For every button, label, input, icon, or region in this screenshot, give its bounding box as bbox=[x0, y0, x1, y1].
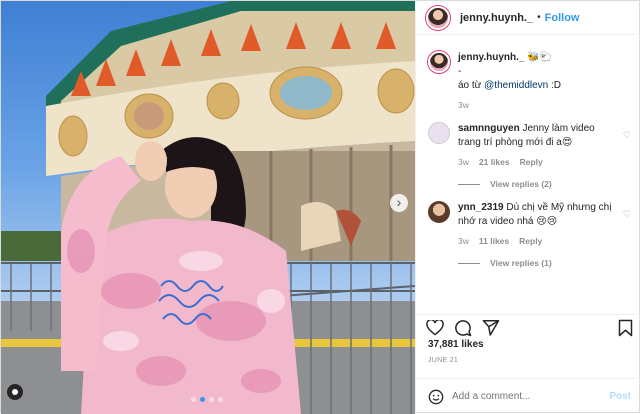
comment-avatar[interactable] bbox=[428, 201, 450, 223]
view-replies-button[interactable]: View replies (2) bbox=[458, 179, 617, 189]
caption-emoji: 🐝🐑 bbox=[527, 52, 553, 63]
comment-age: 3w bbox=[458, 236, 469, 246]
comment-meta: 3w 11 likes Reply bbox=[458, 236, 617, 246]
comment-meta: 3w 21 likes Reply bbox=[458, 157, 617, 167]
carousel-dots bbox=[191, 397, 223, 402]
post-date[interactable]: JUNE 21 bbox=[428, 357, 458, 364]
carousel-dot bbox=[218, 397, 223, 402]
list-item: ynn_2319 Dù chị về Mỹ nhưng chị nhớ ra v… bbox=[416, 201, 640, 268]
comment-age: 3w bbox=[458, 157, 469, 167]
instagram-post: › jenny.huynh._ • Follow jenny.huynh._ 🐝… bbox=[0, 0, 640, 414]
reply-button[interactable]: Reply bbox=[519, 236, 542, 246]
reply-button[interactable]: Reply bbox=[520, 157, 543, 167]
comment-username[interactable]: ynn_2319 bbox=[458, 202, 504, 213]
caption-suffix: :D bbox=[548, 80, 562, 91]
follow-button[interactable]: Follow bbox=[545, 12, 580, 24]
comment-text: ynn_2319 Dù chị về Mỹ nhưng chị nhớ ra v… bbox=[458, 201, 617, 229]
comment-input[interactable] bbox=[452, 391, 602, 402]
smiley-icon[interactable] bbox=[428, 389, 444, 405]
comments-list: jenny.huynh._ 🐝🐑 - áo từ @themiddlevn :D… bbox=[416, 51, 640, 268]
separator-dot: • bbox=[537, 12, 541, 23]
heart-icon[interactable]: ♡ bbox=[623, 130, 631, 141]
action-bar bbox=[416, 314, 640, 340]
carousel-scene bbox=[1, 1, 415, 414]
comment-bar: Post bbox=[416, 378, 640, 414]
heart-icon[interactable]: ♡ bbox=[623, 209, 631, 220]
share-icon[interactable] bbox=[482, 319, 500, 336]
caption-meta: 3w bbox=[458, 100, 631, 110]
comment-likes[interactable]: 21 likes bbox=[479, 157, 510, 167]
post-button[interactable]: Post bbox=[609, 391, 631, 402]
caption-avatar[interactable] bbox=[428, 51, 450, 73]
caption: jenny.huynh._ 🐝🐑 - áo từ @themiddlevn :D… bbox=[416, 51, 640, 110]
carousel-dot-active bbox=[200, 397, 205, 402]
post-header: jenny.huynh._ • Follow bbox=[416, 1, 640, 35]
header-username[interactable]: jenny.huynh._ bbox=[460, 12, 533, 24]
post-sidebar: jenny.huynh._ • Follow jenny.huynh._ 🐝🐑 … bbox=[415, 1, 640, 414]
next-photo-button[interactable]: › bbox=[390, 194, 408, 212]
caption-prefix: áo từ bbox=[458, 80, 485, 91]
caption-dash: - bbox=[458, 66, 462, 77]
likes-count[interactable]: 37,881 likes bbox=[428, 339, 484, 350]
caption-text: jenny.huynh._ 🐝🐑 - áo từ @themiddlevn :D bbox=[458, 51, 631, 93]
comment-avatar[interactable] bbox=[428, 122, 450, 144]
heart-icon[interactable] bbox=[426, 319, 444, 336]
comment-username[interactable]: samnnguyen bbox=[458, 123, 520, 134]
carousel-dot bbox=[209, 397, 214, 402]
post-photo[interactable]: › bbox=[1, 1, 415, 414]
caption-username[interactable]: jenny.huynh._ bbox=[458, 52, 525, 63]
caption-mention[interactable]: @themiddlevn bbox=[484, 80, 548, 91]
bookmark-icon[interactable] bbox=[618, 319, 633, 337]
avatar[interactable] bbox=[426, 5, 450, 30]
chevron-right-icon: › bbox=[396, 194, 402, 210]
list-item: samnnguyen Jenny làm video trang trí phò… bbox=[416, 122, 640, 189]
caption-age: 3w bbox=[458, 100, 469, 110]
view-replies-button[interactable]: View replies (1) bbox=[458, 258, 617, 268]
carousel-dot bbox=[191, 397, 196, 402]
comment-icon[interactable] bbox=[454, 319, 472, 337]
tag-icon[interactable] bbox=[7, 384, 23, 400]
comment-likes[interactable]: 11 likes bbox=[479, 236, 509, 246]
comment-text: samnnguyen Jenny làm video trang trí phò… bbox=[458, 122, 617, 150]
